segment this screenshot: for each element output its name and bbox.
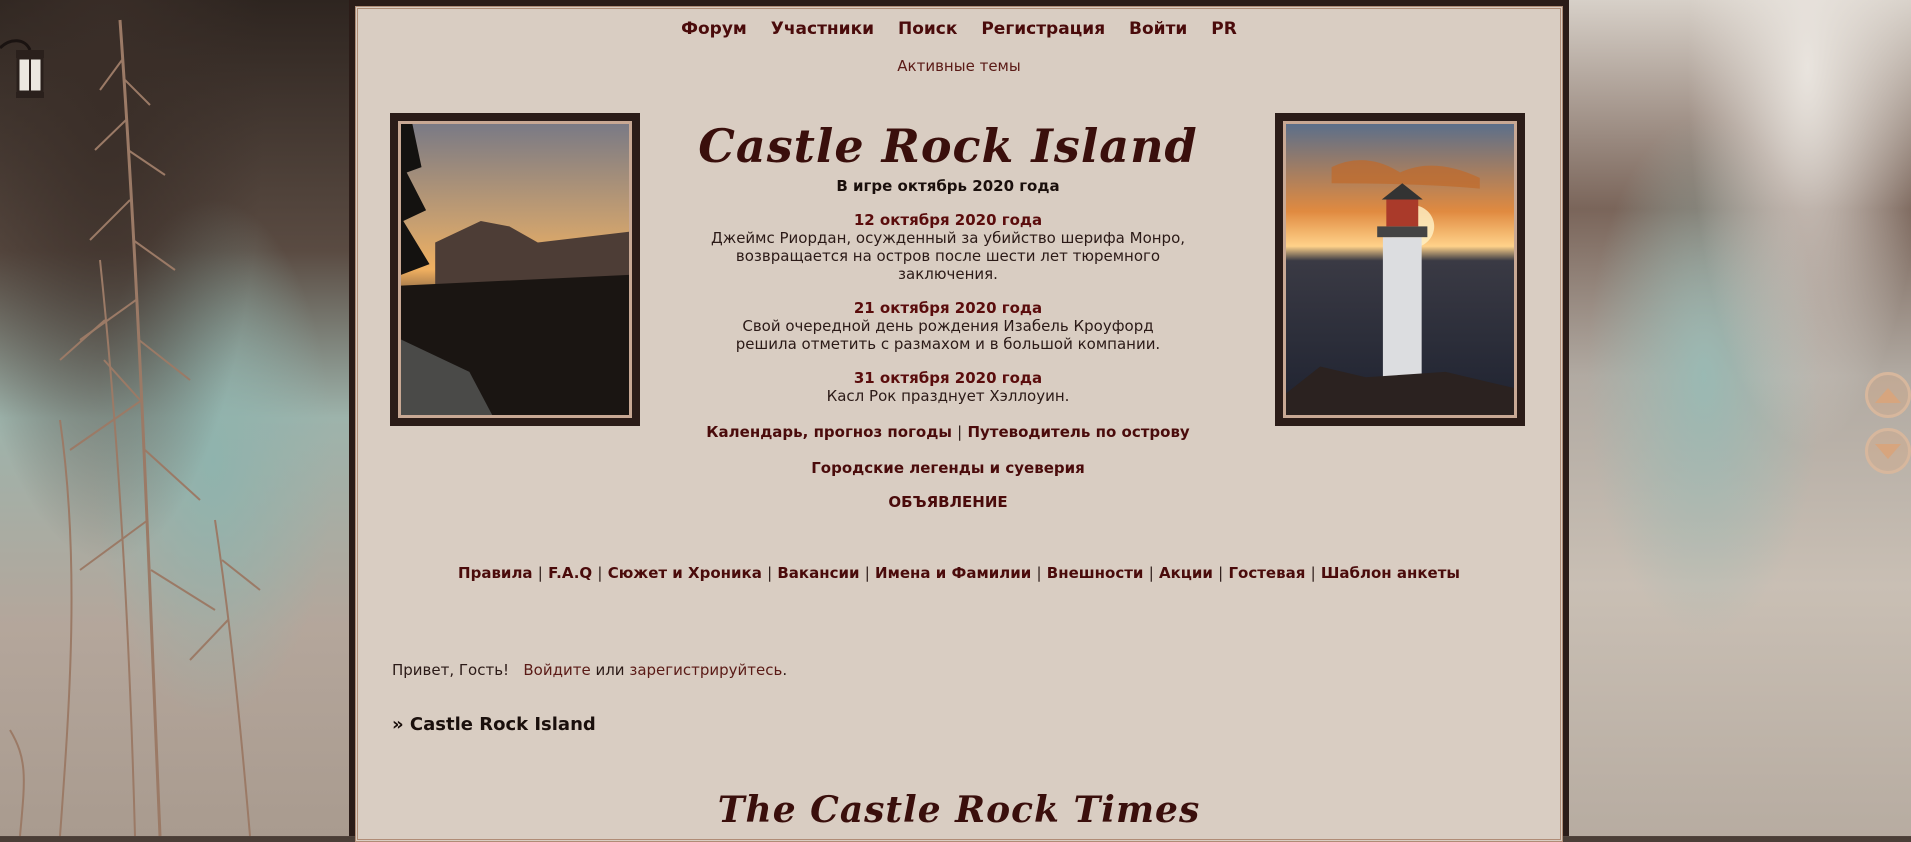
top-navigation: Форум Участники Поиск Регистрация Войти … <box>358 19 1560 39</box>
plot-link[interactable]: Сюжет и Хроника <box>608 564 762 582</box>
guest-greeting: Привет, Гость! Войдите или зарегистрируй… <box>392 661 787 679</box>
rules-links-bar: Правила | F.A.Q | Сюжет и Хроника | Вака… <box>458 564 1460 582</box>
faq-link[interactable]: F.A.Q <box>548 564 592 582</box>
separator: | <box>957 423 963 441</box>
promos-link[interactable]: Акции <box>1159 564 1213 582</box>
nav-members[interactable]: Участники <box>771 19 874 39</box>
background-right <box>1566 0 1911 836</box>
breadcrumb[interactable]: » Castle Rock Island <box>392 714 596 735</box>
greeting-dot: . <box>782 661 788 679</box>
event-date: 21 октября 2020 года <box>853 299 1043 317</box>
lighthouse-sunset-image <box>1275 113 1525 426</box>
guestbook-link[interactable]: Гостевая <box>1228 564 1305 582</box>
vacancies-link[interactable]: Вакансии <box>777 564 859 582</box>
ingame-date: В игре октябрь 2020 года <box>836 177 1060 195</box>
scroll-up-button[interactable] <box>1865 372 1911 418</box>
rules-link[interactable]: Правила <box>458 564 533 582</box>
event-date: 31 октября 2020 года <box>853 369 1043 387</box>
nav-search[interactable]: Поиск <box>898 19 957 39</box>
header-center: Castle Rock Island В игре октябрь 2020 г… <box>628 117 1268 511</box>
nav-pr[interactable]: PR <box>1211 19 1237 39</box>
event-text: Касл Рок празднует Хэллоуин. <box>826 387 1070 405</box>
register-link[interactable]: зарегистрируйтесь <box>629 661 782 679</box>
nav-register[interactable]: Регистрация <box>981 19 1105 39</box>
login-link[interactable]: Войдите <box>523 661 590 679</box>
site-logo: Castle Rock Island <box>698 119 1198 173</box>
forum-page: Форум Участники Поиск Регистрация Войти … <box>349 0 1569 842</box>
header-links: Календарь, прогноз погоды | Путеводитель… <box>628 423 1268 441</box>
mountain-sunset-image <box>390 113 640 426</box>
announcement-link[interactable]: ОБЪЯВЛЕНИЕ <box>628 493 1268 511</box>
profile-template-link[interactable]: Шаблон анкеты <box>1321 564 1460 582</box>
arrow-down-icon <box>1875 443 1901 459</box>
arrow-up-icon <box>1875 387 1901 403</box>
nav-forum[interactable]: Форум <box>681 19 747 39</box>
names-link[interactable]: Имена и Фамилии <box>875 564 1031 582</box>
event-date: 12 октября 2020 года <box>853 211 1043 229</box>
faces-link[interactable]: Внешности <box>1047 564 1144 582</box>
forum-content: Форум Участники Поиск Регистрация Войти … <box>355 6 1563 842</box>
background-left <box>0 0 355 837</box>
greeting-or: или <box>595 661 625 679</box>
greeting-text: Привет, Гость! <box>392 661 510 679</box>
scroll-down-button[interactable] <box>1865 428 1911 474</box>
lantern-icon <box>0 39 44 98</box>
event-text: Джеймс Риордан, осужденный за убийство ш… <box>710 229 1186 283</box>
grass-decoration <box>9 19 261 837</box>
nav-login[interactable]: Войти <box>1129 19 1187 39</box>
legends-link[interactable]: Городские легенды и суеверия <box>628 459 1268 477</box>
event-text: Свой очередной день рождения Изабель Кро… <box>735 317 1161 353</box>
active-topics-link[interactable]: Активные темы <box>358 57 1560 75</box>
calendar-link[interactable]: Календарь, прогноз погоды <box>706 423 952 441</box>
times-title: The Castle Rock Times <box>717 789 1201 831</box>
island-guide-link[interactable]: Путеводитель по острову <box>967 423 1189 441</box>
